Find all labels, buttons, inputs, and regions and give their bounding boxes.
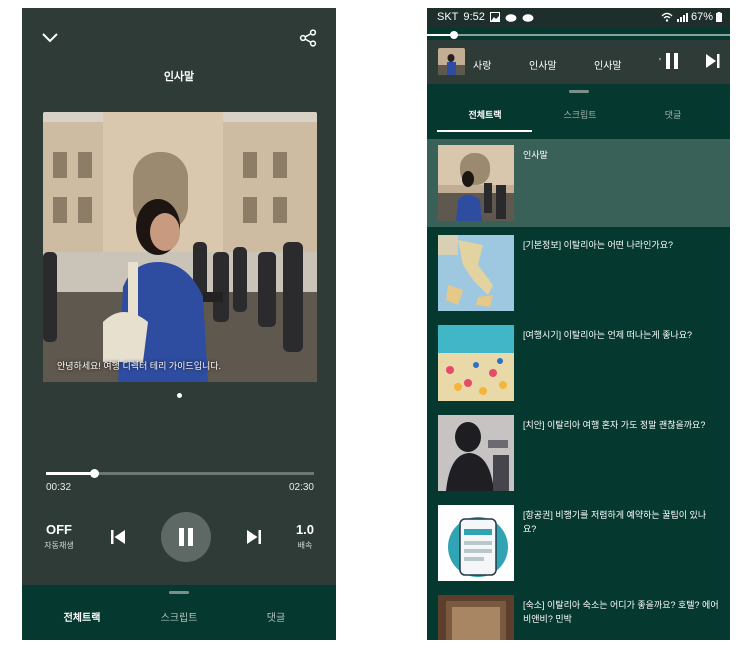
track-thumbnail <box>438 505 514 581</box>
share-icon[interactable] <box>294 24 322 52</box>
autoplay-label: 자동재생 <box>44 541 74 550</box>
track-title: 인사말 <box>163 71 195 83</box>
album-art: 안녕하세요! 여행 디렉터 테리 가이드입니다. <box>43 112 317 382</box>
track-row[interactable]: [치안] 이탈리아 여행 혼자 가도 정말 괜찮을까요? <box>427 409 730 497</box>
track-thumbnail <box>438 145 514 221</box>
playback-controls: OFF 자동재생 1.0 배속 <box>22 508 336 568</box>
pause-icon <box>179 528 193 546</box>
track-thumbnail <box>438 595 514 640</box>
active-tab-indicator <box>437 130 532 132</box>
mini-pause-icon[interactable] <box>665 53 679 69</box>
carrier: SKT <box>437 11 459 23</box>
track-row[interactable]: [기본정보] 이탈리아는 어떤 나라인가요? <box>427 229 730 317</box>
track-row[interactable]: [숙소] 이탈리아 숙소는 어디가 좋을까요? 호텔? 에어비앤비? 민박 <box>427 589 730 640</box>
clock: 9:52 <box>463 11 485 23</box>
mini-ticker-3: 인사말 <box>594 61 622 72</box>
track-title: [치안] 이탈리아 여행 혼자 가도 정말 괜찮을까요? <box>523 420 706 430</box>
speed-value: 1.0 <box>295 522 315 537</box>
cloud-icon-2 <box>522 14 534 22</box>
tab-script[interactable]: 스크립트 <box>127 609 231 624</box>
player-screen: 인사말 안녕하세요! 여행 디렉터 테리 가이드입니다. 00:32 02:30… <box>22 8 336 640</box>
signal-icon <box>676 13 688 22</box>
tab-comments[interactable]: 댓글 <box>224 609 328 624</box>
wifi-icon <box>661 12 673 22</box>
player-topbar <box>22 8 336 68</box>
mini-ticker-2: 인사말 <box>529 61 557 72</box>
track-title: [기본정보] 이탈리아는 어떤 나라인가요? <box>523 240 673 250</box>
track-row[interactable]: [여행시기] 이탈리아는 언제 떠나는게 좋나요? <box>427 319 730 407</box>
tab-script[interactable]: 스크립트 <box>530 108 630 121</box>
autoplay-toggle[interactable]: OFF 자동재생 <box>40 522 78 551</box>
next-track-icon[interactable] <box>244 527 264 547</box>
track-title: [여행시기] 이탈리아는 언제 떠나는게 좋나요? <box>523 330 693 340</box>
mini-ticker-1: 사랑 <box>473 61 492 72</box>
bottom-tabs: 전체트랙 스크립트 댓글 <box>22 585 336 640</box>
battery-percent: 67% <box>690 11 713 23</box>
pause-button[interactable] <box>161 512 211 562</box>
mini-player-thumbnail <box>438 48 465 75</box>
total-time: 02:30 <box>288 482 314 493</box>
chevron-down-icon[interactable] <box>36 24 64 52</box>
status-bar: SKT 9:52 67% <box>427 8 730 28</box>
tab-all-tracks[interactable]: 전체트랙 <box>435 108 535 121</box>
lyric-caption: 안녕하세요! 여행 디렉터 테리 가이드입니다. <box>57 361 222 371</box>
mini-player[interactable]: 사랑 인사말 인사말 ' <box>427 40 730 84</box>
elapsed-time: 00:32 <box>46 482 72 493</box>
mini-next-icon[interactable] <box>705 53 721 69</box>
track-row[interactable]: [항공권] 비행기를 저렴하게 예약하는 꿀팁이 있나요? <box>427 499 730 587</box>
track-title: 인사말 <box>523 150 548 160</box>
previous-track-icon[interactable] <box>108 527 128 547</box>
mini-ticker-4: ' <box>659 57 661 68</box>
autoplay-value: OFF <box>46 522 72 537</box>
mini-progress-bar[interactable] <box>427 31 730 39</box>
gallery-icon <box>489 12 500 22</box>
tab-comments[interactable]: 댓글 <box>623 108 723 121</box>
track-list-screen: SKT 9:52 67% 사랑 인사말 인사말 ' 전체트랙 스크립트 댓글 인… <box>427 8 730 640</box>
track-title: [항공권] 비행기를 저렴하게 예약하는 꿀팁이 있나요? <box>523 510 707 534</box>
speed-label: 배속 <box>297 541 313 550</box>
mini-progress-handle[interactable] <box>450 31 459 39</box>
drag-handle[interactable] <box>169 591 189 594</box>
battery-icon <box>716 12 722 22</box>
tab-all-tracks[interactable]: 전체트랙 <box>30 609 134 624</box>
list-tabs: 전체트랙 스크립트 댓글 <box>427 84 730 136</box>
track-title: [숙소] 이탈리아 숙소는 어디가 좋을까요? 호텔? 에어비앤비? 민박 <box>523 600 719 624</box>
track-thumbnail <box>438 415 514 491</box>
drag-handle[interactable] <box>569 90 589 93</box>
seek-bar[interactable] <box>46 469 314 478</box>
seek-progress <box>46 472 95 475</box>
speed-control[interactable]: 1.0 배속 <box>288 522 322 551</box>
cloud-icon <box>505 14 517 22</box>
seek-handle[interactable] <box>90 469 100 478</box>
track-thumbnail <box>438 325 514 401</box>
page-indicator <box>177 393 182 398</box>
track-row[interactable]: 인사말 <box>427 139 730 227</box>
track-thumbnail <box>438 235 514 311</box>
